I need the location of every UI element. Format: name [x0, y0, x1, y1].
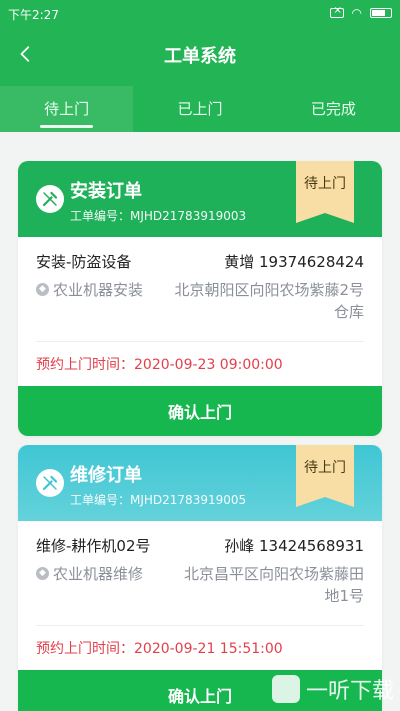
tab-pending[interactable]: 待上门 — [0, 86, 134, 132]
category-label: 农业机器安装 — [53, 281, 144, 299]
watermark-text: 一听下载 — [305, 679, 394, 704]
tab-bar: 待上门 已上门 已完成 — [0, 86, 400, 132]
address: 北京昌平区向阳农场紫藤田地1号 — [183, 565, 364, 605]
wifi-icon: ◠ — [351, 6, 362, 20]
tools-icon — [36, 469, 64, 497]
category: ◆ 农业机器维修 — [36, 563, 143, 607]
order-card: 维修订单 工单编号：MJHD21783919005 待上门 维修-耕作机02号 … — [18, 445, 382, 711]
page-title: 工单系统 — [164, 46, 236, 67]
order-number: 工单编号：MJHD21783919003 — [70, 209, 247, 223]
category-icon: ◆ — [36, 283, 49, 296]
tab-completed[interactable]: 已完成 — [267, 86, 400, 132]
category-label: 农业机器维修 — [53, 565, 144, 583]
status-time: 下午2:27 — [8, 8, 59, 22]
order-list: 安装订单 工单编号：MJHD21783919003 待上门 安装-防盗设备 黄增… — [0, 132, 400, 711]
order-card-header: 维修订单 工单编号：MJHD21783919005 待上门 — [18, 445, 382, 521]
battery-icon — [370, 8, 392, 18]
order-number: 工单编号：MJHD21783919005 — [70, 493, 247, 507]
address: 北京朝阳区向阳农场紫藤2号仓库 — [174, 281, 364, 321]
status-icons: ◠ — [329, 5, 392, 20]
order-card-header: 安装订单 工单编号：MJHD21783919003 待上门 — [18, 161, 382, 237]
watermark: 一听下载 — [271, 673, 394, 705]
order-card: 安装订单 工单编号：MJHD21783919003 待上门 安装-防盗设备 黄增… — [18, 161, 382, 436]
no-signal-icon — [329, 5, 344, 18]
status-bar: 下午2:27 ◠ — [0, 0, 400, 26]
watermark-logo-icon — [271, 675, 300, 703]
contact-info: 孙峰 13424568931 — [224, 537, 364, 555]
tools-icon — [36, 185, 64, 213]
tab-visited[interactable]: 已上门 — [133, 86, 266, 132]
confirm-visit-button[interactable]: 确认上门 — [18, 386, 382, 436]
contact-info: 黄增 19374628424 — [224, 253, 364, 271]
category-icon: ◆ — [36, 567, 49, 580]
order-type-title: 安装订单 — [70, 181, 142, 202]
order-card-body: 安装-防盗设备 黄增 19374628424 ◆ 农业机器安装 北京朝阳区向阳农… — [18, 237, 382, 386]
category: ◆ 农业机器安装 — [36, 279, 143, 323]
service-name: 维修-耕作机02号 — [36, 537, 151, 555]
order-type-title: 维修订单 — [70, 465, 142, 486]
appointment-time: 预约上门时间：2020-09-23 09:00:00 — [36, 357, 283, 373]
service-name: 安装-防盗设备 — [36, 253, 132, 271]
order-card-body: 维修-耕作机02号 孙峰 13424568931 ◆ 农业机器维修 北京昌平区向… — [18, 521, 382, 670]
app-bar: 工单系统 — [0, 26, 400, 86]
status-badge: 待上门 — [296, 161, 354, 223]
status-badge: 待上门 — [296, 445, 354, 507]
appointment-time: 预约上门时间：2020-09-21 15:51:00 — [36, 641, 283, 657]
